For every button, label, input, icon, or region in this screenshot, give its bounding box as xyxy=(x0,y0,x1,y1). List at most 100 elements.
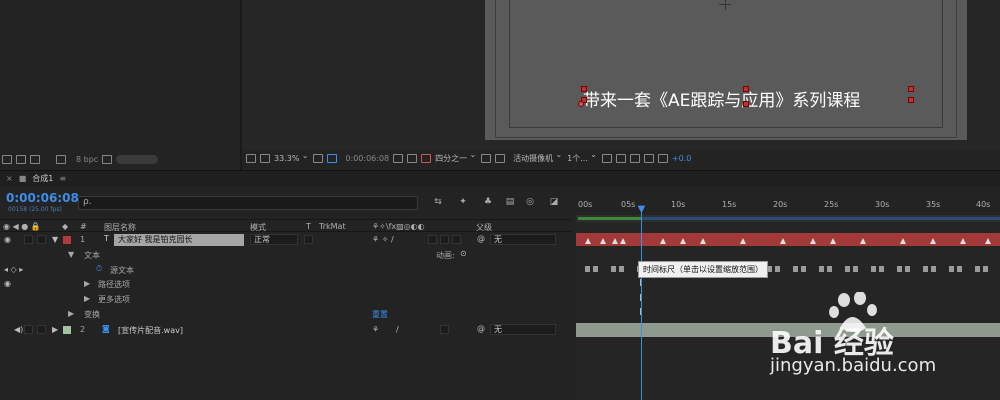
switch-box[interactable] xyxy=(452,235,461,244)
layer-switches-icon[interactable]: ⚘ ✧ / xyxy=(372,235,394,244)
comp-mini-flowchart-icon[interactable]: ⇆ xyxy=(432,197,444,208)
switch-box[interactable] xyxy=(440,325,449,334)
work-area-bar[interactable] xyxy=(576,215,1000,222)
region-of-interest-icon[interactable] xyxy=(481,153,492,163)
solo-toggle[interactable] xyxy=(24,325,33,334)
playhead-marker-icon[interactable]: ▼ xyxy=(636,205,647,215)
layer-row[interactable]: ◉ ▼ 1 T 大家好 我是铂克园长 正常 ⚘ ✧ / @ 无 xyxy=(0,233,572,247)
toggle-pixel-icon[interactable] xyxy=(601,153,612,163)
transform-label[interactable]: 变换 xyxy=(84,309,100,320)
bpc-label[interactable]: 8 bpc xyxy=(76,155,98,164)
exposure-value[interactable]: +0.0 xyxy=(672,154,691,163)
layer-name[interactable]: 大家好 我是铂克园长 xyxy=(114,234,244,246)
scroll-pill[interactable] xyxy=(116,154,159,164)
path-options-label[interactable]: 路径选项 xyxy=(98,279,130,290)
layer-switches-icon[interactable]: ⚘ xyxy=(372,325,379,334)
more-options-label[interactable]: 更多选项 xyxy=(98,294,130,305)
work-area-range[interactable] xyxy=(641,217,1000,220)
grid-icon[interactable] xyxy=(327,153,338,163)
audio-icon[interactable]: ◀) xyxy=(14,325,23,334)
expand-arrow-icon[interactable]: ▶ xyxy=(84,294,90,303)
preserve-transparency[interactable] xyxy=(304,235,313,244)
expand-arrow-icon[interactable]: ▼ xyxy=(52,235,58,244)
label-color[interactable] xyxy=(63,326,71,334)
parent-dropdown[interactable]: 无 xyxy=(490,234,556,245)
bounding-handle[interactable] xyxy=(581,86,587,92)
layer-search-input[interactable]: ρ. xyxy=(78,196,418,210)
overlay-text[interactable]: 带来一套《AE跟踪与应用》系列课程 xyxy=(583,86,860,111)
property-row[interactable]: ▼ 文本 动画: ⊙ xyxy=(0,248,572,262)
new-folder-icon[interactable] xyxy=(16,154,26,164)
camera-dropdown[interactable]: 活动摄像机 xyxy=(513,150,563,164)
frame-blending-icon[interactable]: ▤ xyxy=(504,197,516,208)
hamburger-icon[interactable]: ■ xyxy=(19,174,27,183)
project-settings-icon[interactable] xyxy=(56,154,66,164)
source-text-label[interactable]: 源文本 xyxy=(110,265,134,276)
draft-3d-icon[interactable]: ✦ xyxy=(457,197,469,208)
camera-snapshot-icon[interactable] xyxy=(393,153,404,163)
tab-menu-icon[interactable]: ≡ xyxy=(59,174,66,183)
close-icon[interactable]: × xyxy=(6,174,13,183)
parent-dropdown[interactable]: 无 xyxy=(490,324,556,335)
playhead-line[interactable] xyxy=(641,208,642,400)
expand-arrow-icon[interactable]: ▶ xyxy=(68,309,74,318)
reset-link[interactable]: 重置 xyxy=(372,309,388,320)
timeline-icon[interactable] xyxy=(629,153,640,163)
graph-editor-icon[interactable]: ◪ xyxy=(548,197,560,208)
transparency-grid-icon[interactable] xyxy=(495,153,506,163)
new-composition-icon[interactable] xyxy=(30,154,40,164)
label-color[interactable] xyxy=(63,236,71,244)
pickwhip-icon[interactable]: @ xyxy=(477,234,485,243)
interpret-footage-icon[interactable] xyxy=(2,154,12,164)
pickwhip-icon[interactable]: @ xyxy=(477,324,485,333)
exposure-reset-icon[interactable] xyxy=(657,153,668,163)
current-time-display[interactable]: 0:00:06:08 xyxy=(345,154,389,163)
bounding-handle[interactable] xyxy=(908,86,914,92)
eye-icon[interactable]: ◉ xyxy=(4,235,11,244)
fit-icon[interactable] xyxy=(313,153,324,163)
resolution-dropdown[interactable]: 四分之一 xyxy=(435,150,477,164)
eye-icon[interactable]: ◉ xyxy=(4,279,11,288)
keyframe-nav-icon[interactable]: ◂ ◇ ▸ xyxy=(4,265,23,274)
solo-toggle[interactable] xyxy=(24,235,33,244)
bounding-handle[interactable] xyxy=(743,101,749,107)
shy-layers-icon[interactable]: ♣ xyxy=(482,197,494,208)
layer-name[interactable]: [宣传片配音.wav] xyxy=(118,325,183,336)
switch-box[interactable] xyxy=(440,235,449,244)
timeline-timecode[interactable]: 0:00:06:08 xyxy=(6,191,79,205)
property-row[interactable]: ▶ 更多选项 xyxy=(0,292,572,306)
property-row[interactable]: ◂ ◇ ▸ ⏱ 源文本 xyxy=(0,263,572,277)
switch-box[interactable] xyxy=(428,235,437,244)
animate-play-icon[interactable]: ⊙ xyxy=(460,249,467,258)
stopwatch-icon[interactable]: ⏱ xyxy=(96,264,102,274)
text-layer-duration-bar[interactable] xyxy=(576,233,1000,246)
channel-icon[interactable] xyxy=(421,153,432,163)
layer-switches-icon[interactable]: / xyxy=(396,325,399,334)
show-snapshot-icon[interactable] xyxy=(407,153,418,163)
expand-arrow-icon[interactable]: ▶ xyxy=(52,325,58,334)
property-row[interactable]: ◉ ▶ 路径选项 xyxy=(0,277,572,291)
tab-composition[interactable]: 合成1 xyxy=(32,173,53,184)
flowchart-icon[interactable] xyxy=(643,153,654,163)
property-row[interactable]: ▶ 变换 重置 xyxy=(0,307,572,321)
motion-blur-icon[interactable]: ◎ xyxy=(524,197,536,208)
composition-canvas[interactable]: 带来一套《AE跟踪与应用》系列课程 xyxy=(485,0,967,140)
delete-icon[interactable] xyxy=(102,154,113,164)
animate-label[interactable]: 动画: xyxy=(436,250,455,261)
blend-mode-dropdown[interactable]: 正常 xyxy=(250,234,298,245)
snapshot-icon[interactable] xyxy=(260,153,270,163)
work-area-start[interactable] xyxy=(578,217,641,220)
fast-preview-icon[interactable] xyxy=(615,153,626,163)
zoom-dropdown[interactable]: 33.3% xyxy=(274,151,309,163)
expand-arrow-icon[interactable]: ▶ xyxy=(84,279,90,288)
bounding-handle[interactable] xyxy=(743,86,749,92)
layer-row[interactable]: ◀) ▶ 2 ◙ [宣传片配音.wav] ⚘ / @ 无 xyxy=(0,323,572,337)
lock-toggle[interactable] xyxy=(37,235,46,244)
col-layer-name[interactable]: 图层名称 xyxy=(104,222,136,233)
anchor-point[interactable] xyxy=(578,101,584,107)
bounding-handle[interactable] xyxy=(908,97,914,103)
view-layout-dropdown[interactable]: 1个... xyxy=(567,150,598,164)
expand-arrow-icon[interactable]: ▼ xyxy=(68,250,74,259)
always-preview-icon[interactable] xyxy=(246,153,256,163)
lock-toggle[interactable] xyxy=(37,325,46,334)
